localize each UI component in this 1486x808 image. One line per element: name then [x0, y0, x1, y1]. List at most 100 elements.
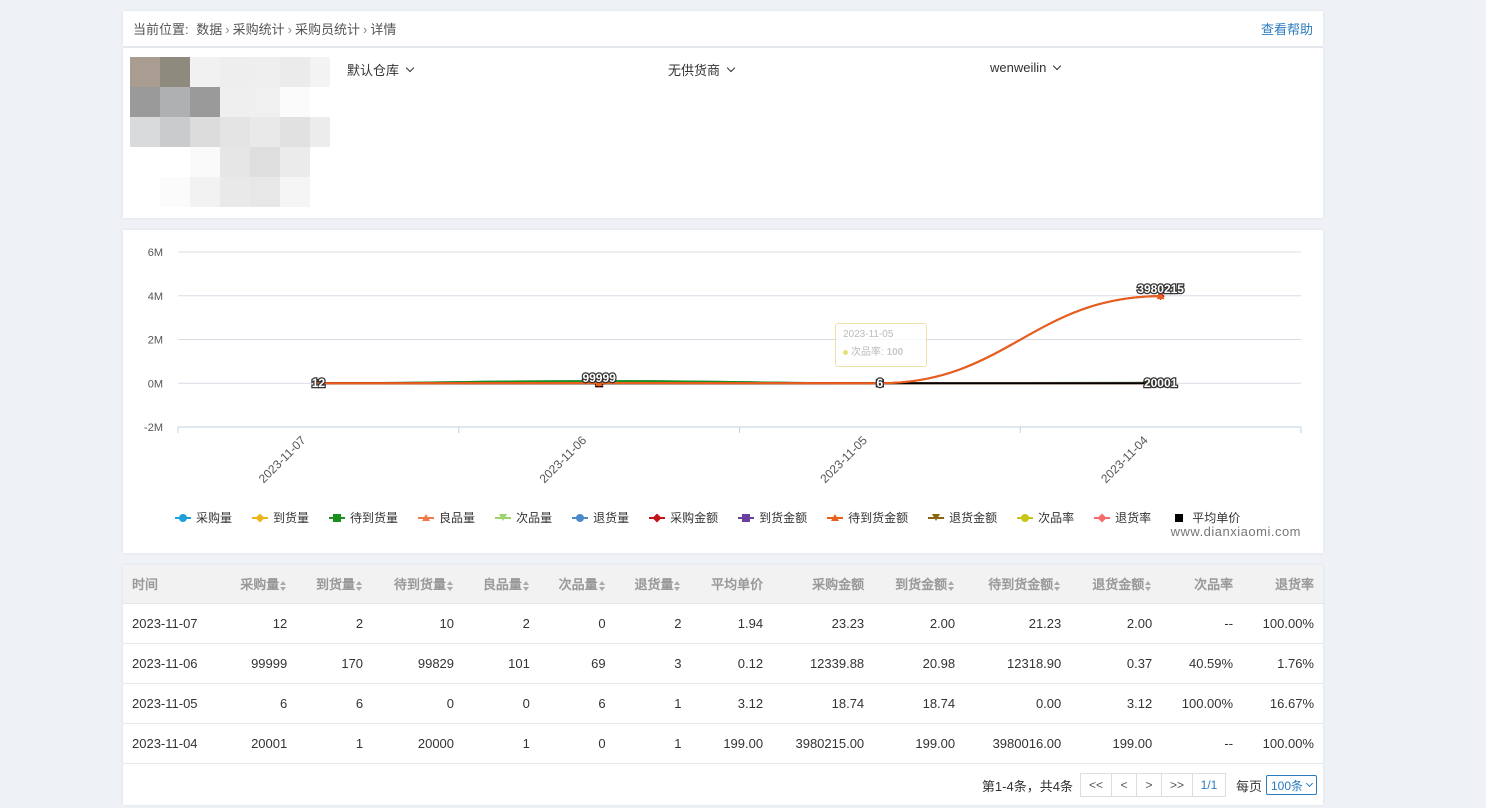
table-cell: 3	[614, 643, 691, 684]
help-link[interactable]: 查看帮助	[1261, 19, 1313, 38]
legend-item[interactable]: 采购金额	[649, 509, 718, 526]
sort-icon[interactable]	[948, 580, 955, 591]
column-header-label: 退货量	[634, 577, 674, 593]
chevron-down-icon	[405, 63, 415, 72]
table-cell: 2.00	[873, 603, 965, 644]
legend-label: 退货金额	[949, 511, 998, 525]
buyer-dropdown[interactable]: wenweilin	[990, 60, 1062, 75]
legend-item[interactable]: 退货率	[1094, 509, 1151, 526]
column-header-label: 平均单价	[711, 577, 764, 593]
next-page-button[interactable]: >	[1135, 773, 1162, 797]
column-header[interactable]: 退货金额	[1070, 565, 1162, 604]
table-cell: 99829	[372, 643, 464, 684]
table-cell: 199.00	[873, 723, 965, 764]
table-cell: 20.98	[873, 643, 965, 684]
circle-icon	[843, 350, 848, 355]
table-cell: 2	[463, 603, 539, 644]
table-cell: 3980016.00	[964, 723, 1071, 764]
breadcrumb-item-current: 详情	[370, 22, 397, 37]
chart-tooltip: 2023-11-05 次品率: 100	[835, 323, 927, 367]
warehouse-dropdown[interactable]: 默认仓库	[347, 60, 415, 79]
table-cell: 1.94	[690, 603, 773, 644]
column-header[interactable]: 良品量	[463, 565, 539, 604]
tooltip-value: 100	[886, 347, 904, 358]
table-cell: 1	[463, 723, 539, 764]
sort-icon[interactable]	[674, 580, 681, 591]
column-header-label: 次品率	[1194, 577, 1234, 593]
chevron-down-icon	[1053, 61, 1062, 70]
legend-label: 到货量	[273, 511, 310, 525]
table-cell: 6	[296, 683, 373, 724]
column-header: 平均单价	[690, 565, 773, 604]
legend-item[interactable]: 退货量	[572, 509, 629, 526]
column-header[interactable]: 次品量	[538, 565, 615, 604]
column-header: 时间	[123, 565, 221, 604]
column-header[interactable]: 待到货量	[372, 565, 464, 604]
sort-icon[interactable]	[1054, 580, 1061, 591]
legend-item[interactable]: 待到货金额	[827, 509, 908, 526]
legend-item[interactable]: 次品量	[495, 509, 552, 526]
table-cell: 101	[463, 643, 539, 684]
column-header[interactable]: 退货量	[614, 565, 691, 604]
column-header-label: 次品量	[558, 577, 598, 593]
legend-symbol-icon	[649, 512, 666, 523]
sort-icon[interactable]	[1145, 580, 1152, 591]
legend-symbol-icon	[738, 513, 755, 523]
y-tick-label: 4M	[148, 291, 163, 303]
column-header[interactable]: 到货量	[296, 565, 373, 604]
sort-icon[interactable]	[447, 580, 454, 591]
legend-symbol-icon	[1017, 513, 1034, 523]
column-header-label: 待到货量	[394, 577, 447, 593]
sort-icon[interactable]	[598, 580, 606, 591]
sort-icon[interactable]	[280, 580, 287, 591]
column-header[interactable]: 采购量	[220, 565, 297, 604]
last-page-button[interactable]: >>	[1160, 773, 1193, 797]
legend-item[interactable]: 次品率	[1017, 509, 1074, 526]
breadcrumb-item[interactable]: 数据	[196, 22, 222, 37]
sort-icon[interactable]	[522, 580, 530, 591]
first-page-button[interactable]: <<	[1079, 773, 1112, 797]
tooltip-label: 次品率:	[851, 347, 884, 358]
column-header[interactable]: 到货金额	[873, 565, 965, 604]
table-cell: 3980215.00	[772, 723, 874, 764]
table-cell: 21.23	[964, 603, 1071, 644]
table-cell: 20001	[220, 723, 297, 764]
table-cell: 99999	[220, 643, 297, 684]
per-page-select[interactable]: 100条	[1265, 775, 1317, 795]
column-header-label: 待到货金额	[988, 577, 1054, 593]
table-row: 2023-11-05 6 6 0 0 6 1 3.12 18.74 18.74 0.00 3.12 10…	[123, 683, 1323, 724]
table-cell: --	[1161, 603, 1243, 644]
legend-item[interactable]: 到货量	[252, 509, 309, 526]
breadcrumb-item[interactable]: 采购员统计	[295, 22, 360, 37]
legend-item[interactable]: 到货金额	[738, 509, 807, 526]
table-row: 2023-11-04 20001 1 20000 1 0 1 199.00 3980215.00…	[123, 723, 1323, 764]
legend-label: 良品量	[439, 511, 476, 525]
column-header[interactable]: 待到货金额	[964, 565, 1071, 604]
table-cell: 2.00	[1070, 603, 1162, 644]
column-header-label: 采购金额	[812, 577, 865, 593]
table-cell: 10	[372, 603, 464, 644]
data-label: 6	[877, 376, 884, 390]
table-cell: 2023-11-05	[123, 683, 221, 724]
y-tick-label: 6M	[148, 247, 163, 259]
prev-page-button[interactable]: <	[1110, 773, 1137, 797]
line-chart: 6M 4M 2M 0M -2M 2023-11-07 2023-11-06 2023-11-0…	[144, 247, 1302, 486]
column-header: 退货率	[1242, 565, 1323, 604]
x-tick-label: 2023-11-07	[256, 433, 309, 486]
breadcrumb-item[interactable]: 采购统计	[233, 22, 285, 37]
column-header-label: 退货率	[1274, 577, 1314, 593]
stats-table: 时间 采购量 到货量 待到货量 良品量 次品量 退货量 平均单价 采购金额 到货金额 待到货金额 退货…	[123, 565, 1323, 764]
column-header-label: 到货量	[316, 577, 356, 593]
supplier-dropdown[interactable]: 无供货商	[668, 60, 736, 79]
table-cell: 3.12	[1070, 683, 1162, 724]
sort-icon[interactable]	[356, 580, 363, 591]
legend-item[interactable]: 良品量	[418, 509, 475, 526]
table-cell: 12	[220, 603, 297, 644]
table-cell: 100.00%	[1161, 683, 1243, 724]
legend-item[interactable]: 退货金额	[928, 509, 997, 526]
legend-item[interactable]: 待到货量	[329, 509, 398, 526]
table-cell: 20000	[372, 723, 464, 764]
table-row: 2023-11-07 12 2 10 2 0 2 1.94 23.23 2.00 21.23 2.00…	[123, 603, 1323, 644]
legend-item[interactable]: 采购量	[175, 509, 232, 526]
table-cell: 23.23	[772, 603, 874, 644]
